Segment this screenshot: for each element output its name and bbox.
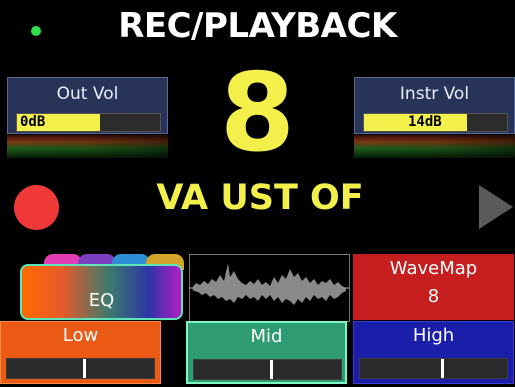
eq-label: EQ [88, 290, 115, 311]
instr-vol-value: 14dB [408, 114, 442, 130]
out-vol-control[interactable]: Out Vol 0dB [7, 77, 168, 161]
play-button[interactable] [479, 185, 513, 229]
track-number: 8 [219, 51, 296, 176]
instr-vol-label: Instr Vol [399, 84, 470, 104]
band-mid-slider[interactable] [193, 359, 342, 380]
band-low-slider[interactable] [6, 358, 155, 379]
waveform-graphic [190, 263, 349, 305]
instr-vol-meter [354, 135, 515, 158]
band-high-knob[interactable] [440, 359, 444, 378]
instr-vol-control[interactable]: Instr Vol 14dB [354, 77, 515, 161]
band-high[interactable]: High [353, 321, 514, 384]
band-mid[interactable]: Mid [186, 321, 347, 384]
out-vol-meter [7, 135, 168, 158]
band-mid-knob[interactable] [270, 360, 274, 379]
band-high-slider[interactable] [359, 358, 508, 379]
band-low-label: Low [62, 325, 99, 346]
out-vol-value: 0dB [20, 114, 46, 130]
instr-vol-panel: Instr Vol 14dB [354, 77, 515, 134]
wavemap-label: WaveMap [389, 258, 478, 279]
wavemap-button[interactable]: WaveMap 8 [353, 254, 514, 320]
out-vol-label: Out Vol [56, 84, 119, 104]
instr-vol-slider[interactable]: 14dB [363, 113, 508, 132]
band-low[interactable]: Low [0, 321, 161, 384]
track-name: VA UST OF [156, 178, 364, 218]
eq-body: EQ [20, 264, 183, 320]
band-mid-label: Mid [250, 326, 283, 347]
band-high-label: High [412, 325, 455, 346]
record-button[interactable] [14, 185, 59, 230]
out-vol-slider[interactable]: 0dB [16, 113, 161, 132]
out-vol-panel: Out Vol 0dB [7, 77, 168, 134]
wavemap-value: 8 [427, 286, 440, 307]
page-title: REC/PLAYBACK [118, 6, 397, 46]
band-low-knob[interactable] [83, 359, 87, 378]
eq-button[interactable]: EQ [20, 254, 184, 320]
waveform-display[interactable] [189, 254, 350, 322]
